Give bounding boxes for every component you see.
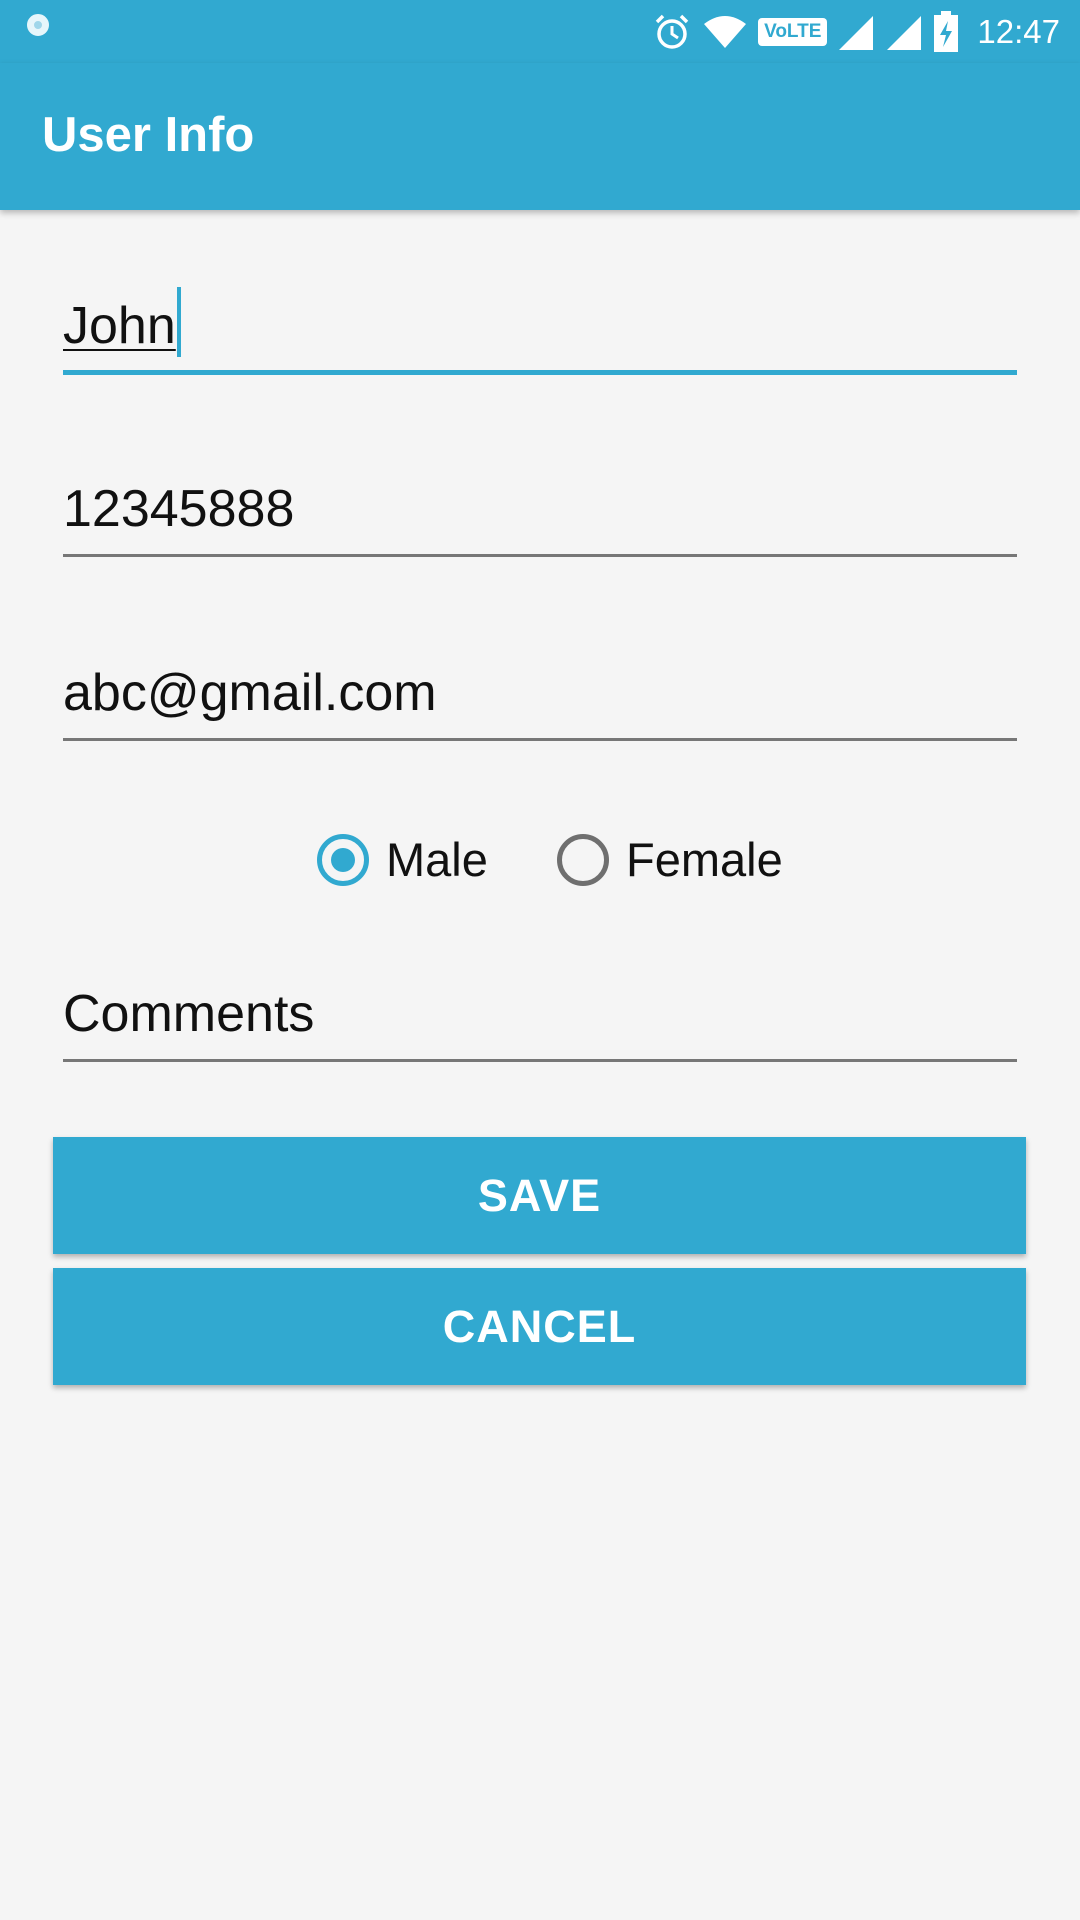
comments-value: Comments [63, 985, 315, 1043]
cancel-button[interactable]: CANCEL [53, 1268, 1026, 1385]
notification-dot-icon [27, 14, 49, 36]
gender-radio-group: Male Female [0, 820, 1080, 900]
radio-female-label: Female [626, 833, 783, 886]
app-bar: User Info [0, 63, 1080, 210]
name-field[interactable]: John [63, 285, 1017, 375]
status-clock: 12:47 [977, 13, 1060, 50]
status-icons: VoLTE 12:47 [652, 10, 1060, 54]
text-cursor [176, 287, 181, 357]
radio-male[interactable]: Male [317, 832, 488, 887]
status-bar: VoLTE 12:47 [0, 0, 1080, 63]
phone-field[interactable]: 12345888 [63, 467, 1017, 557]
signal-icon [837, 12, 875, 52]
signal-icon [885, 12, 923, 52]
name-value-wrap: John [63, 287, 181, 357]
alarm-icon [652, 12, 692, 52]
page-title: User Info [42, 108, 255, 162]
email-field[interactable]: abc@gmail.com [63, 651, 1017, 741]
save-button[interactable]: SAVE [53, 1137, 1026, 1254]
name-field-underline [63, 370, 1017, 375]
volte-icon: VoLTE [758, 18, 828, 46]
radio-male-label: Male [386, 833, 488, 886]
battery-charging-icon [933, 11, 959, 53]
comments-field[interactable]: Comments [63, 972, 1017, 1062]
radio-female[interactable]: Female [557, 832, 783, 887]
radio-female-indicator[interactable] [557, 833, 609, 886]
comments-field-underline [63, 1059, 1017, 1062]
email-value: abc@gmail.com [63, 664, 437, 722]
name-value: John [63, 297, 176, 355]
email-field-underline [63, 738, 1017, 741]
phone-value: 12345888 [63, 480, 295, 538]
radio-male-indicator[interactable] [317, 833, 369, 886]
phone-field-underline [63, 554, 1017, 557]
wifi-icon [702, 12, 748, 52]
